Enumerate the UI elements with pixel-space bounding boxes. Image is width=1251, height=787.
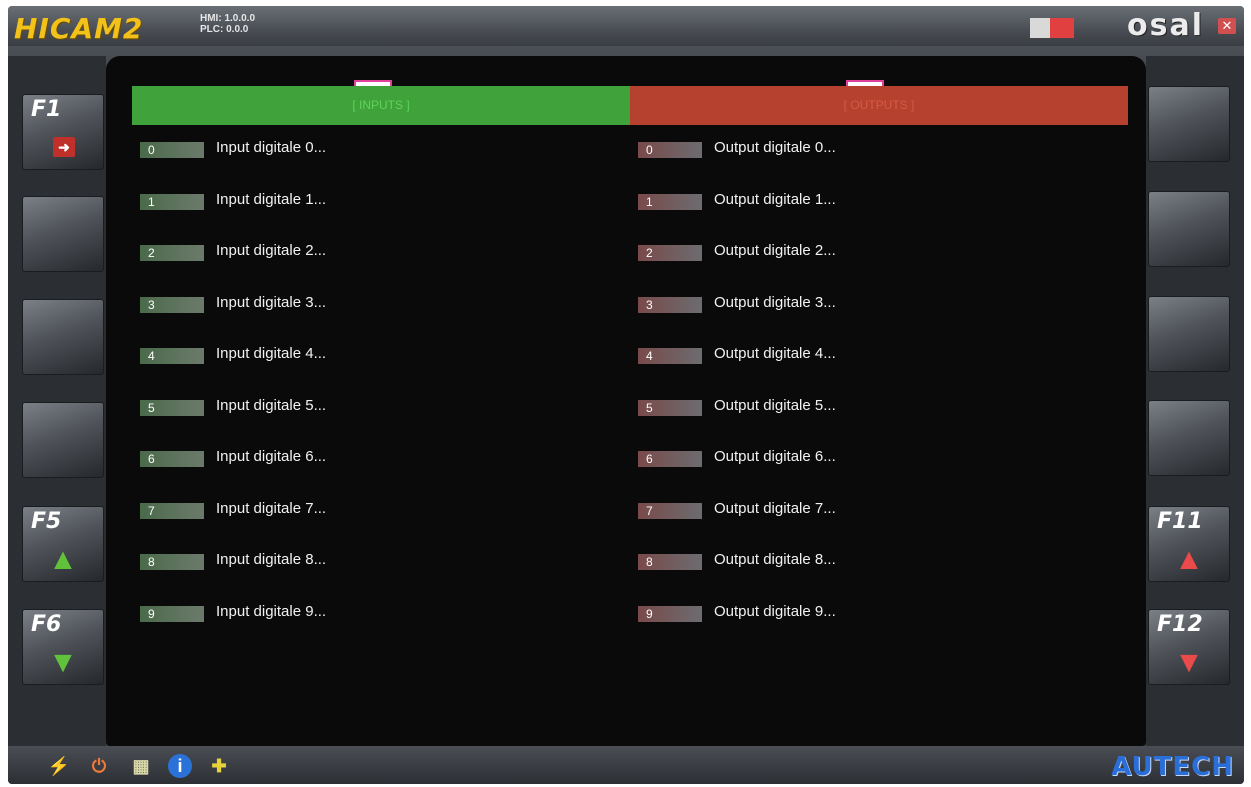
output-label: Output digitale 8... (714, 551, 836, 568)
input-index: 5 (140, 399, 204, 416)
f1-button[interactable]: F1 ➜ (22, 94, 104, 170)
output-label: Output digitale 0... (714, 139, 836, 156)
exit-icon: ➜ (53, 137, 75, 157)
inputs-header: [ INPUTS ] (132, 86, 630, 125)
output-index: 0 (638, 142, 702, 158)
output-label: Output digitale 6... (714, 448, 836, 465)
f6-button[interactable]: F6 ▼ (22, 609, 104, 685)
input-label: Input digitale 3... (216, 293, 327, 311)
input-index: 2 (140, 245, 204, 261)
brand-mark-icon (1030, 18, 1074, 38)
function-button-empty[interactable] (22, 299, 104, 375)
bottom-toolbar: ⚡ ⏻ ▦ i ✚ AUTECH (8, 746, 1244, 784)
output-index: 2 (638, 245, 702, 261)
outputs-header: [ OUTPUTS ] (630, 86, 1128, 125)
input-index: 7 (140, 502, 204, 519)
plc-version: PLC: 0.0.0 (200, 24, 249, 35)
input-index: 9 (140, 605, 204, 622)
power-plug-icon[interactable]: ⚡ (46, 754, 72, 778)
output-index: 3 (638, 296, 702, 313)
input-label: Input digitale 1... (216, 190, 327, 208)
autech-logo: AUTECH (1111, 752, 1234, 782)
input-index: 6 (140, 451, 204, 467)
output-label: Output digitale 1... (714, 190, 836, 208)
input-label: Input digitale 8... (216, 551, 327, 568)
output-label: Output digitale 9... (714, 602, 836, 620)
output-index: 7 (638, 502, 702, 519)
input-label: Input digitale 6... (216, 448, 327, 465)
close-icon[interactable]: ✕ (1218, 18, 1236, 34)
f11-key-label: F11 (1157, 509, 1203, 534)
arrow-up-icon: ▲ (48, 543, 78, 576)
f5-key-label: F5 (31, 509, 62, 534)
app-logo: HICAM2 (14, 12, 144, 45)
hmi-window: HICAM2 HMI: 1.0.0.0 PLC: 0.0.0 osal ✕ F1… (8, 6, 1244, 784)
arrow-up-icon: ▲ (1174, 543, 1204, 576)
output-index: 1 (638, 193, 702, 210)
power-icon[interactable]: ⏻ (86, 754, 112, 778)
f1-key-label: F1 (31, 97, 62, 122)
function-button-empty[interactable] (22, 402, 104, 478)
arrow-down-icon: ▼ (1174, 646, 1204, 679)
version-info: HMI: 1.0.0.0 PLC: 0.0.0 (200, 13, 255, 35)
function-button-empty[interactable] (1148, 296, 1230, 372)
io-panel: a b [ INPUTS ] [ OUTPUTS ] 0Input digita… (106, 56, 1146, 746)
output-index: 5 (638, 399, 702, 416)
hmi-version: HMI: 1.0.0.0 (200, 13, 256, 24)
input-label: Input digitale 2... (216, 242, 327, 259)
output-index: 4 (638, 348, 702, 364)
input-index: 8 (140, 554, 204, 570)
arrow-down-icon: ▼ (48, 646, 78, 679)
function-button-empty[interactable] (1148, 191, 1230, 267)
input-label: Input digitale 4... (216, 345, 327, 362)
f6-key-label: F6 (31, 612, 62, 637)
function-button-empty[interactable] (1148, 86, 1230, 162)
input-index: 4 (140, 348, 204, 364)
output-label: Output digitale 4... (714, 345, 836, 362)
output-index: 8 (638, 554, 702, 570)
output-label: Output digitale 3... (714, 293, 836, 311)
function-button-empty[interactable] (22, 196, 104, 272)
left-function-keys: F1 ➜ F5 ▲ F6 ▼ (8, 56, 106, 746)
f5-button[interactable]: F5 ▲ (22, 506, 104, 582)
calculator-icon[interactable]: ▦ (128, 754, 154, 778)
output-index: 6 (638, 451, 702, 467)
function-button-empty[interactable] (1148, 400, 1230, 476)
output-label: Output digitale 7... (714, 499, 836, 517)
f12-button[interactable]: F12 ▼ (1148, 609, 1230, 685)
input-label: Input digitale 0... (216, 139, 327, 156)
input-index: 0 (140, 142, 204, 158)
info-icon[interactable]: i (168, 754, 192, 778)
input-index: 1 (140, 193, 204, 210)
input-label: Input digitale 7... (216, 499, 327, 517)
input-label: Input digitale 5... (216, 396, 327, 414)
output-label: Output digitale 5... (714, 396, 836, 414)
title-bar: HICAM2 HMI: 1.0.0.0 PLC: 0.0.0 osal ✕ (8, 6, 1244, 46)
output-label: Output digitale 2... (714, 242, 836, 259)
brand-logo: osal (1127, 8, 1204, 43)
input-label: Input digitale 9... (216, 602, 327, 620)
right-function-keys: F11 ▲ F12 ▼ (1146, 56, 1244, 746)
tools-icon[interactable]: ✚ (206, 754, 232, 778)
f11-button[interactable]: F11 ▲ (1148, 506, 1230, 582)
f12-key-label: F12 (1157, 612, 1203, 637)
input-index: 3 (140, 296, 204, 313)
output-index: 9 (638, 605, 702, 622)
